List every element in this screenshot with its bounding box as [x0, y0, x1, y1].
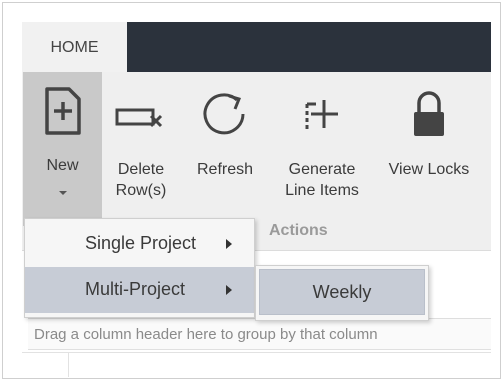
- new-document-icon: [44, 87, 81, 135]
- menu-item-multi-project[interactable]: Multi-Project: [25, 267, 254, 313]
- grid-column-divider: [68, 352, 69, 377]
- delete-rows-button[interactable]: Delete Row(s): [108, 76, 174, 201]
- delete-rows-label-line1: Delete: [117, 161, 165, 178]
- menu-item-single-project[interactable]: Single Project: [25, 221, 254, 267]
- refresh-label: Refresh: [196, 161, 254, 178]
- delete-rows-label-line2: Row(s): [115, 182, 167, 199]
- tab-home[interactable]: HOME: [22, 22, 127, 74]
- generate-line-items-icon: [305, 100, 338, 130]
- multi-project-submenu: Weekly: [255, 265, 429, 321]
- new-button-label: New: [46, 157, 79, 174]
- grid-divider: [22, 352, 491, 353]
- view-locks-label: View Locks: [388, 161, 470, 178]
- chevron-right-icon: [226, 239, 232, 249]
- generate-label-line1: Generate: [288, 161, 356, 178]
- generate-line-items-button[interactable]: Generate Line Items: [275, 76, 369, 201]
- refresh-button[interactable]: Refresh: [190, 76, 260, 180]
- menu-item-label: Single Project: [85, 233, 197, 253]
- new-dropdown-menu: Single Project Multi-Project: [24, 218, 255, 318]
- menu-item-label: Multi-Project: [85, 279, 186, 299]
- generate-label-line2: Line Items: [285, 182, 359, 199]
- delete-row-icon: [115, 108, 163, 128]
- chevron-right-icon: [226, 285, 232, 295]
- new-button[interactable]: New: [23, 72, 102, 226]
- refresh-icon: [203, 93, 245, 135]
- view-locks-button[interactable]: View Locks: [382, 76, 476, 180]
- group-panel[interactable]: Drag a column header here to group by th…: [28, 318, 491, 350]
- ribbon-group-label: Actions: [269, 222, 328, 239]
- submenu-item-weekly[interactable]: Weekly: [259, 269, 425, 315]
- chevron-down-icon: [58, 191, 67, 195]
- lock-icon: [414, 91, 444, 136]
